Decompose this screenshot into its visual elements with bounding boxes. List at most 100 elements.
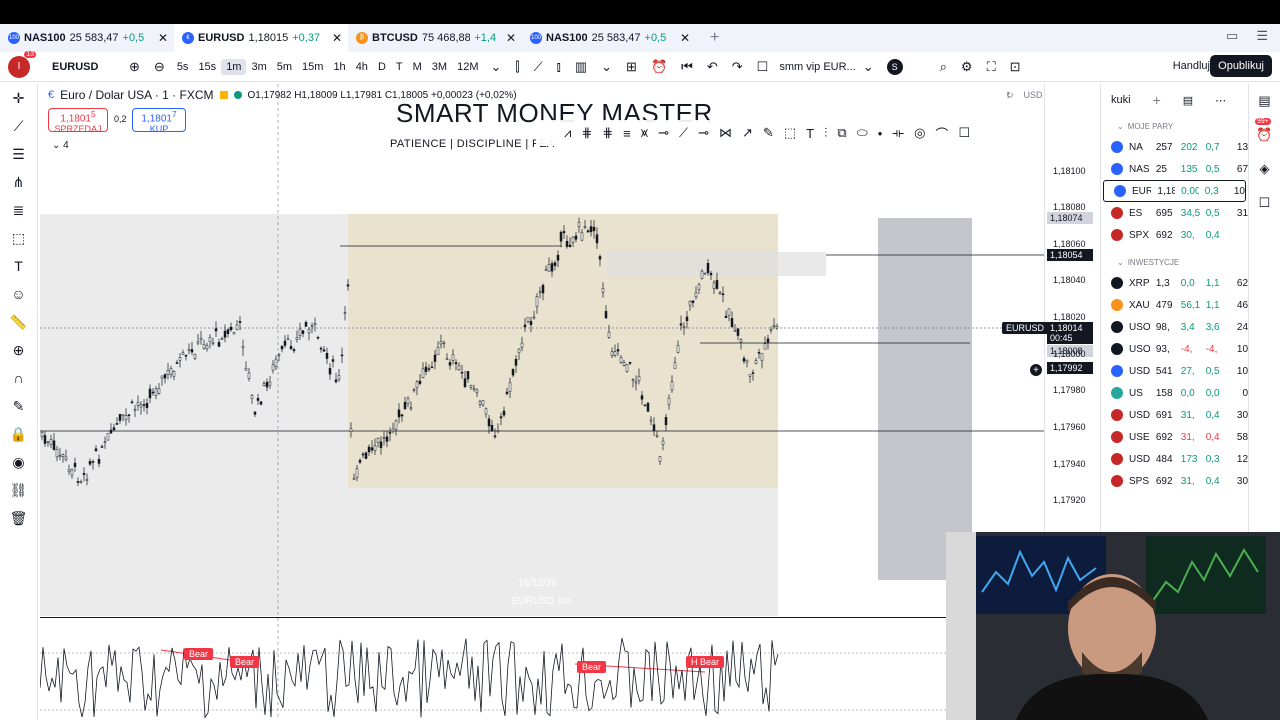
price-chart[interactable]: 16/12/26 EURUSD 1m € Euro / Dolar USA · …	[40, 84, 1044, 616]
comment-icon[interactable]: ☐	[958, 125, 970, 141]
alerts-icon[interactable]: ⏰ 99+	[1249, 118, 1280, 152]
close-icon[interactable]: ✕	[680, 31, 690, 45]
interval-5m[interactable]: 5m	[272, 59, 297, 75]
zoom-icon[interactable]: ⊕	[0, 336, 37, 364]
candles-icon[interactable]: ⫾	[550, 59, 568, 75]
brush-icon[interactable]: ✎	[763, 125, 774, 141]
watchlist-row[interactable]: US 158 0,0 0,0 0	[1101, 382, 1248, 404]
pitchfork-icon[interactable]: ⋔	[0, 168, 37, 196]
watchlist-row[interactable]: USO 93, -4, -4, 10	[1101, 338, 1248, 360]
rectangle-icon[interactable]: ⬚	[784, 125, 796, 141]
watchlist-name[interactable]: kuki	[1111, 94, 1131, 106]
text-icon[interactable]: T	[0, 252, 37, 280]
watchlist-row[interactable]: USD 691 31, 0,4 30	[1101, 404, 1248, 426]
cross-line-icon[interactable]: ⋈	[719, 125, 732, 141]
chevron-down-icon[interactable]: ⌄	[594, 59, 619, 75]
price-axis[interactable]: 1,18100 1,18074 1,18080 1,18060 1,18054 …	[1044, 84, 1100, 532]
templates-icon[interactable]: ⊞	[619, 59, 644, 75]
close-icon[interactable]: ✕	[158, 31, 168, 45]
publish-button[interactable]: Opublikuj	[1210, 55, 1272, 77]
interval-m[interactable]: M	[408, 59, 427, 75]
interval-15m[interactable]: 15m	[297, 59, 328, 75]
camera-icon[interactable]: ⊡	[1003, 59, 1028, 75]
tab-nas100-2[interactable]: 100 NAS100 25 583,47 +0,5 ✕	[522, 24, 696, 52]
target-icon[interactable]: ◎	[914, 125, 925, 141]
close-icon[interactable]: ✕	[506, 31, 516, 45]
chart-title[interactable]: Euro / Dolar USA · 1 · FXCM	[60, 88, 213, 102]
lock-icon[interactable]: 🔒	[0, 420, 37, 448]
layout-icon[interactable]: ☐	[750, 59, 776, 75]
currency-selector[interactable]: USD	[1024, 90, 1043, 101]
watchlist-row[interactable]: XAU 479 56,1 1,1 46	[1101, 294, 1248, 316]
compare-icon[interactable]: ⊖	[147, 59, 172, 75]
replay-icon[interactable]: ⏮	[674, 59, 700, 75]
watchlist-row[interactable]: NAS 25 135 0,5 67	[1101, 158, 1248, 180]
wave-icon[interactable]: ⩘	[564, 125, 571, 141]
plus-icon[interactable]: +	[1153, 92, 1161, 108]
eye-icon[interactable]: ◉	[0, 448, 37, 476]
tab-nas100[interactable]: 100 NAS100 25 583,47 +0,5 ✕	[0, 24, 174, 52]
layout-name[interactable]: smm vip EUR...	[779, 61, 855, 73]
watchlist-row[interactable]: SPS 692 31, 0,4 30	[1101, 470, 1248, 492]
watchlist-row[interactable]: ES 695 34,5 0,5 31	[1101, 202, 1248, 224]
fullscreen-icon[interactable]: ⛶	[980, 59, 1003, 75]
redo-icon[interactable]: ↷	[725, 59, 750, 75]
tab-btcusd[interactable]: ₿ BTCUSD 75 468,88 +1,4 ✕	[348, 24, 522, 52]
indicators-toggle[interactable]: ⌄ 4	[52, 140, 69, 151]
watchlist-row[interactable]: USE 692 31, 0,4 58	[1101, 426, 1248, 448]
watchlist-icon[interactable]: ▤	[1249, 84, 1280, 118]
plus-icon[interactable]: +	[1030, 364, 1042, 376]
interval-4h[interactable]: 4h	[351, 59, 373, 75]
symbol-search[interactable]: EURUSD	[52, 61, 122, 73]
line-style-icon[interactable]: ⟋	[527, 59, 550, 75]
watchlist-row[interactable]: XRP 1,3 0,0 1,1 62	[1101, 272, 1248, 294]
bar-style-icon[interactable]: ⫿	[508, 59, 526, 75]
callout-icon[interactable]: ⬭	[857, 125, 868, 141]
menu-icon[interactable]: ☰	[1256, 28, 1268, 44]
add-symbol-icon[interactable]: ⊕	[122, 59, 147, 75]
watchlist-row[interactable]: EUR 1,18 0,00 0,3 10	[1103, 180, 1246, 202]
pattern-icon[interactable]: ⩙	[641, 125, 648, 141]
line-icon[interactable]: ⟋	[679, 125, 688, 141]
alert-icon[interactable]: ⏰	[644, 59, 674, 75]
magnet-icon[interactable]: ∩	[0, 364, 37, 392]
ideas-icon[interactable]: ☐	[1249, 186, 1280, 220]
hline-icon[interactable]: ⊸	[698, 125, 709, 141]
emoji-icon[interactable]: ☺	[0, 280, 37, 308]
position-icon[interactable]: ⫶	[824, 125, 827, 141]
window-icon[interactable]: ▭	[1226, 28, 1238, 44]
watchlist-row[interactable]: SPX 692 30, 0,4	[1101, 224, 1248, 246]
avatar[interactable]: I 13	[8, 50, 36, 78]
indicators-icon[interactable]: ▥	[568, 59, 594, 75]
ray-icon[interactable]: ⊸	[658, 125, 669, 141]
projection-icon[interactable]: ⧉	[837, 125, 846, 141]
more-icon[interactable]: ⋯	[1215, 94, 1226, 107]
interval-15s[interactable]: 15s	[193, 59, 221, 75]
interval-t[interactable]: T	[391, 59, 408, 75]
settings-icon[interactable]: ⚙	[954, 59, 980, 75]
arrow-icon[interactable]: ↗	[742, 125, 753, 141]
link-icon[interactable]: ⛓	[0, 476, 37, 504]
brush-icon[interactable]: ✎	[0, 392, 37, 420]
fib-channel-icon[interactable]: ⋕	[602, 125, 613, 141]
interval-1h[interactable]: 1h	[328, 59, 350, 75]
text-icon[interactable]: T	[806, 126, 814, 141]
ruler-icon[interactable]: 📏	[0, 308, 37, 336]
watchlist-row[interactable]: USD 541 27, 0,5 10	[1101, 360, 1248, 382]
fib-icon[interactable]: ≣	[0, 196, 37, 224]
interval-5s[interactable]: 5s	[172, 59, 194, 75]
trash-icon[interactable]: 🗑	[0, 504, 37, 532]
columns-icon[interactable]: ▤	[1183, 94, 1193, 107]
horizontal-lines-icon[interactable]: ☰	[0, 140, 37, 168]
undo-icon[interactable]: ↶	[700, 59, 725, 75]
shapes-icon[interactable]: ⬚	[0, 224, 37, 252]
trendline-icon[interactable]: ⟋	[0, 112, 37, 140]
interval-3m-long[interactable]: 3M	[427, 59, 452, 75]
parallel-icon[interactable]: ≡	[623, 126, 631, 141]
interval-d[interactable]: D	[373, 59, 391, 75]
tab-eurusd[interactable]: € EURUSD 1,18015 +0,37 ✕	[174, 24, 348, 52]
interval-3m[interactable]: 3m	[246, 59, 271, 75]
section-header[interactable]: ⌄ INWESTYCJE	[1101, 252, 1248, 272]
close-icon[interactable]: ✕	[332, 31, 342, 45]
search-icon[interactable]: ⌕	[933, 59, 954, 75]
